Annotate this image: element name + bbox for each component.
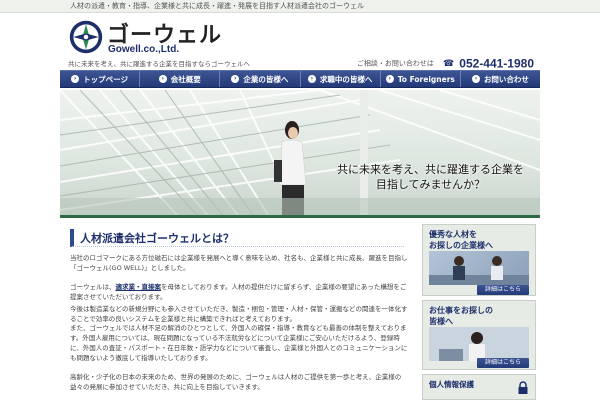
details-button[interactable]: 詳細はこちら: [477, 285, 529, 295]
chevron-right-icon: ›: [231, 75, 240, 83]
nav-label: 企業の皆様へ: [243, 74, 289, 84]
chevron-right-icon: ›: [307, 75, 316, 83]
sidebar: 優秀な人材を お探しの企業様へ 詳細はこちら お仕事をお探しの 皆様へ 詳細はこ…: [422, 224, 536, 400]
sidebar-card-job-seekers[interactable]: お仕事をお探しの 皆様へ 詳細はこちら: [422, 300, 536, 370]
card-title-line: お仕事をお探しの: [429, 306, 493, 315]
nav-company-profile[interactable]: › 会社概要: [140, 71, 221, 87]
details-button[interactable]: 詳細はこちら: [477, 358, 529, 368]
sidebar-card-privacy-policy[interactable]: 個人情報保護: [422, 374, 536, 400]
card-title-line: 皆様へ: [429, 317, 453, 326]
card-title: お仕事をお探しの 皆様へ: [429, 305, 493, 327]
phone-icon: ☎: [442, 58, 455, 69]
card-title-line: お探しの企業様へ: [429, 241, 493, 250]
hero-banner: 共に未来を考え、共に躍進する企業を 目指してみませんか？: [60, 90, 540, 218]
foreigners-paragraph: また、ゴーウェルでは人材不足の解消のひとつとして、外国人の確保・指導・教育なども…: [70, 324, 408, 362]
main-navigation: › トップページ › 会社概要 › 企業の皆様へ › 求職中の皆様へ › To Forei…: [60, 70, 540, 88]
intro-paragraph: 当社のロゴマークにある方位磁石には企業様を発展へと導く意味を込め、社名も、企業様…: [70, 254, 408, 272]
nav-to-foreigners[interactable]: › To Foreigners: [381, 71, 461, 87]
phone-number[interactable]: 052-441-1980: [459, 57, 534, 71]
top-info-text: 人材の派遣・教育・指導、企業様と共に成長・躍進・発展を目指す人材派遣会社のゴーウ…: [70, 2, 364, 10]
nav-top-page[interactable]: › トップページ: [60, 71, 141, 87]
card-title-line: 個人情報保護: [429, 380, 474, 389]
nav-label: トップページ: [83, 74, 129, 84]
hero-message-line2: 目指してみませんか？: [375, 178, 486, 191]
nav-contact[interactable]: › お問い合わせ: [461, 71, 540, 87]
nav-for-companies[interactable]: › 企業の皆様へ: [220, 71, 301, 87]
card-title-line: 優秀な人材を: [429, 230, 477, 239]
hero-atrium-image: [60, 90, 540, 215]
chevron-right-icon: ›: [471, 75, 480, 83]
card-title: 個人情報保護: [429, 379, 474, 390]
highlight-link[interactable]: 適求業・直接案: [116, 283, 162, 291]
hero-message-line1: 共に未来を考え、共に躍進する企業を: [337, 163, 524, 176]
office-handshake-image: [429, 251, 529, 285]
nav-label: 求職中の皆様へ: [319, 74, 373, 84]
nav-label: 会社概要: [170, 74, 201, 84]
section-title: 人材派遣会社ゴーウェルとは？: [70, 229, 404, 247]
chevron-right-icon: ›: [71, 75, 80, 83]
hero-message: 共に未来を考え、共に躍進する企業を 目指してみませんか？: [337, 162, 524, 192]
site-header: ゴーウェル Gowell.co.,Ltd. 共に未来を考え、共に躍進する企業を目…: [0, 13, 600, 71]
chevron-right-icon: ›: [385, 75, 394, 83]
nav-label: To Foreigners: [397, 74, 455, 84]
foundation-text-a: ゴーウェルは、: [70, 283, 116, 291]
header-tagline: 共に未来を考え、共に躍進する企業を目指すならゴーウェルへ: [68, 60, 250, 68]
card-title: 優秀な人材を お探しの企業様へ: [429, 229, 493, 251]
lock-icon: [518, 381, 528, 394]
main-content: 人材派遣会社ゴーウェルとは？ 当社のロゴマークにある方位磁石には企業様を発展へと…: [62, 226, 412, 400]
future-paragraph: 高齢化・少子化の日本の未来のため、世界の発展のために、ゴーウェルは人材のご提供を…: [70, 373, 402, 391]
nav-label: お問い合わせ: [483, 74, 529, 84]
top-info-bar: 人材の派遣・教育・指導、企業様と共に成長・躍進・発展を目指す人材派遣会社のゴーウ…: [0, 0, 600, 13]
sidebar-card-companies[interactable]: 優秀な人材を お探しの企業様へ 詳細はこちら: [422, 224, 536, 296]
contact-label: ご相談・お問い合わせは: [356, 59, 434, 68]
compass-logo-icon[interactable]: [68, 19, 104, 55]
chevron-right-icon: ›: [158, 75, 167, 83]
worker-at-desk-image: [429, 327, 529, 361]
nav-for-job-seekers[interactable]: › 求職中の皆様へ: [301, 71, 381, 87]
new-fields-paragraph: 今後は製造業などの新規分野にも参入させていただき、製造・梱包・管理・人材・保管・…: [70, 305, 408, 323]
foundation-paragraph: ゴーウェルは、適求業・直接案を母体としております。人材の提供だけに留まらず、企業…: [70, 282, 410, 302]
logo-english-name: Gowell.co.,Ltd.: [108, 44, 180, 55]
